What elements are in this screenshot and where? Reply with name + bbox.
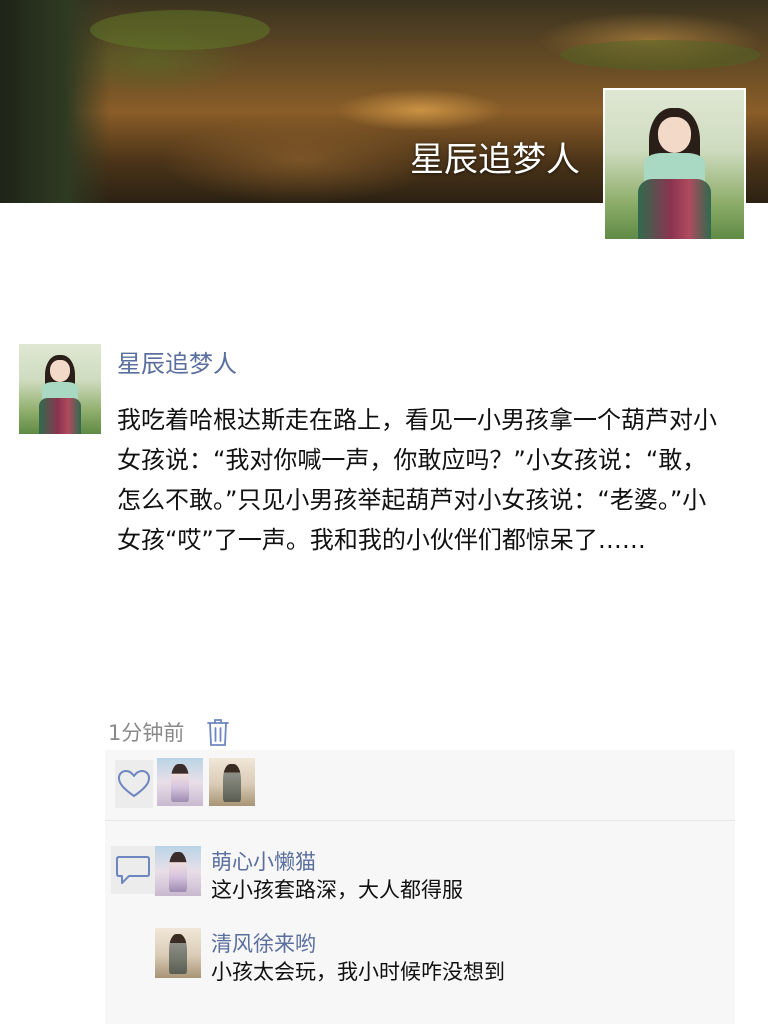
liker-avatar[interactable] (209, 758, 255, 806)
comment-author-avatar[interactable] (155, 928, 201, 978)
interaction-panel: 萌心小懒猫 这小孩套路深，大人都得服 清风徐来哟 小孩太会玩，我小时候咋没想到 (105, 750, 735, 1024)
comment-icon[interactable] (111, 846, 155, 894)
post-content: 我吃着哈根达斯走在路上，看见一小男孩拿一个葫芦对小女孩说：“我对你喊一声，你敢应… (117, 406, 717, 554)
comment-author-avatar[interactable] (155, 846, 201, 896)
avatar-face (50, 360, 70, 382)
post-author-name[interactable]: 星辰追梦人 (117, 344, 237, 379)
comment-author-name[interactable]: 萌心小懒猫 (211, 846, 316, 876)
heart-outline-icon[interactable] (115, 760, 153, 808)
liker-figure (170, 763, 190, 803)
comment-text: 小孩太会玩，我小时候咋没想到 (211, 960, 505, 984)
liker-figure (168, 852, 188, 892)
trash-icon[interactable] (206, 717, 230, 747)
cover-moss (560, 40, 760, 70)
avatar-face (657, 116, 692, 153)
divider (105, 820, 735, 821)
cover-moss (90, 10, 270, 50)
avatar-skirt (638, 179, 711, 239)
comment-author-name[interactable]: 清风徐来哟 (211, 928, 316, 958)
avatar-skirt (38, 398, 82, 434)
post-meta: 1分钟前 (108, 716, 230, 748)
post-timestamp: 1分钟前 (108, 721, 185, 745)
post-author-avatar[interactable] (19, 344, 101, 434)
liker-figure (222, 763, 242, 803)
cover-username: 星辰追梦人 (410, 140, 580, 180)
heart-outline-icon (118, 770, 150, 797)
comment-icon (116, 856, 150, 884)
profile-avatar[interactable] (603, 88, 746, 241)
liker-avatar[interactable] (157, 758, 203, 806)
liker-figure (168, 934, 188, 974)
comment-text: 这小孩套路深，大人都得服 (211, 878, 463, 902)
likes-row (105, 750, 735, 818)
